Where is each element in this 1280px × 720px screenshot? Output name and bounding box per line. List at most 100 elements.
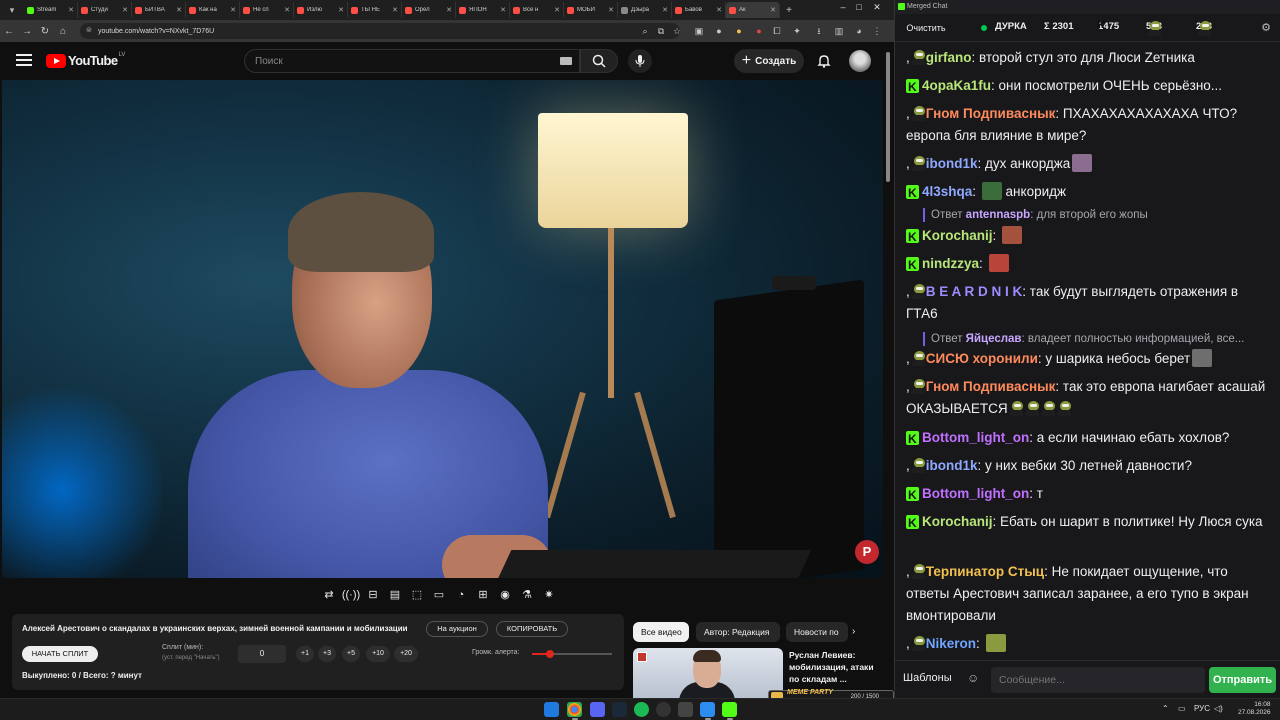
split-increment-button[interactable]: +20: [394, 646, 418, 662]
page-scrollbar[interactable]: [884, 42, 892, 698]
clear-chat-button[interactable]: Очистить: [901, 20, 951, 36]
browser-tab[interactable]: МОБИ ✕: [564, 2, 618, 18]
alert-volume-knob[interactable]: [545, 650, 554, 658]
cast-icon[interactable]: ⧉: [654, 24, 668, 38]
copy-button[interactable]: КОПИРОВАТЬ: [496, 621, 568, 637]
new-tab-icon[interactable]: +: [782, 5, 796, 16]
tab-close-icon[interactable]: ✕: [176, 6, 182, 14]
network-icon[interactable]: ▭: [1178, 704, 1186, 713]
chat-username[interactable]: 4l3shqa: [922, 184, 972, 199]
menu-icon[interactable]: ⋮: [870, 24, 884, 38]
send-button[interactable]: Отправить: [1209, 667, 1276, 693]
language-indicator[interactable]: РУС: [1194, 704, 1210, 713]
chat-username[interactable]: Гном Подпиваснык: [926, 106, 1056, 121]
forward-icon[interactable]: →: [18, 26, 36, 37]
player-tool-icon[interactable]: ((·)): [340, 585, 362, 605]
split-increment-button[interactable]: +3: [318, 646, 336, 662]
split-increment-button[interactable]: +1: [296, 646, 314, 662]
browser-tab[interactable]: Дзыра ✕: [618, 2, 672, 18]
search-input[interactable]: Поиск: [244, 49, 580, 73]
close-window-icon[interactable]: ✕: [870, 2, 884, 13]
keyboard-icon[interactable]: [560, 57, 572, 65]
tab-close-icon[interactable]: ✕: [68, 6, 74, 14]
reload-icon[interactable]: ↻: [36, 26, 54, 37]
chat-username[interactable]: Korochanij: [922, 514, 993, 529]
message-input[interactable]: [991, 667, 1205, 693]
extension-green-icon[interactable]: ●: [712, 24, 726, 38]
browser-tab[interactable]: Не сп ✕: [240, 2, 294, 18]
player-tool-icon[interactable]: ⬚: [406, 585, 428, 605]
back-icon[interactable]: ←: [0, 26, 18, 37]
browser-tab[interactable]: ТЫ НЕ ✕: [348, 2, 402, 18]
browser-tab[interactable]: Все н ✕: [510, 2, 564, 18]
browser-tab[interactable]: Орел ✕: [402, 2, 456, 18]
tab-close-icon[interactable]: ✕: [770, 6, 776, 14]
start-split-button[interactable]: НАЧАТЬ СПЛИТ: [22, 646, 98, 662]
chat-reply[interactable]: Ответ antennaspb: для второй его жопы: [923, 208, 1268, 222]
discord-icon[interactable]: [590, 702, 605, 717]
browser-tab[interactable]: Stream ✕: [24, 2, 78, 18]
chat-username[interactable]: ibond1k: [926, 156, 978, 171]
chat-reply[interactable]: Ответ Яйцеслав: владеет полностью информ…: [923, 332, 1268, 346]
search-button[interactable]: [580, 49, 618, 73]
tab-close-icon[interactable]: ✕: [716, 6, 722, 14]
download-icon[interactable]: ⭳: [812, 24, 826, 38]
notifications-bell-icon[interactable]: [816, 53, 832, 69]
chat-settings-icon[interactable]: ⚙: [1261, 21, 1271, 34]
extension-puzzle-icon[interactable]: ⧠: [770, 24, 784, 38]
browser-tab[interactable]: Как на ✕: [186, 2, 240, 18]
chat-username[interactable]: nindzzya: [922, 256, 979, 271]
emoji-icon[interactable]: ☺: [967, 671, 979, 685]
split-increment-button[interactable]: +10: [366, 646, 390, 662]
player-tool-icon[interactable]: ◉: [494, 585, 516, 605]
browser-tab[interactable]: Излю ✕: [294, 2, 348, 18]
zoom-icon[interactable]: ⌕: [638, 24, 652, 38]
minimize-icon[interactable]: –: [836, 2, 850, 12]
chat-username[interactable]: girfano: [926, 50, 972, 65]
player-tool-icon[interactable]: ⇄: [318, 585, 340, 605]
chat-username[interactable]: Гном Подпиваснык: [926, 379, 1056, 394]
telegram-icon[interactable]: [700, 702, 715, 717]
player-tool-icon[interactable]: ▤: [384, 585, 406, 605]
filter-chip[interactable]: Все видео: [633, 622, 689, 642]
related-video-thumbnail[interactable]: [633, 648, 783, 698]
spotify-icon[interactable]: [634, 702, 649, 717]
player-tool-icon[interactable]: ◔: [450, 585, 472, 605]
site-info-icon[interactable]: ⊜: [86, 26, 92, 34]
related-video-title[interactable]: Руслан Левиев: мобилизация, атаки по скл…: [789, 649, 881, 685]
chat-username[interactable]: Терпинатор Стыц: [926, 564, 1044, 579]
filter-chip[interactable]: Автор: Редакция: [696, 622, 780, 642]
tab-search-icon[interactable]: ▾: [4, 2, 20, 18]
chrome-icon[interactable]: [567, 702, 582, 717]
video-player[interactable]: P: [2, 80, 883, 578]
start-icon[interactable]: [544, 702, 559, 717]
chat-username[interactable]: Nikeron: [926, 636, 976, 651]
extension-red-icon[interactable]: ●: [752, 24, 766, 38]
player-tool-icon[interactable]: ▭: [428, 585, 450, 605]
browser-tab[interactable]: Студи ✕: [78, 2, 132, 18]
account-avatar[interactable]: [849, 50, 871, 72]
chat-username[interactable]: Bottom_light_on: [922, 486, 1029, 501]
to-auction-button[interactable]: На аукцион: [426, 621, 488, 637]
tab-close-icon[interactable]: ✕: [662, 6, 668, 14]
tab-close-icon[interactable]: ✕: [554, 6, 560, 14]
tab-close-icon[interactable]: ✕: [338, 6, 344, 14]
extensions-icon[interactable]: ✦: [790, 24, 804, 38]
url-field[interactable]: ⊜ youtube.com/watch?v=NXvkt_7D76U: [80, 23, 680, 39]
chat-username[interactable]: Korochanij: [922, 228, 993, 243]
extension-tv-icon[interactable]: ▣: [692, 24, 706, 38]
browser-tab[interactable]: ЯПОН ✕: [456, 2, 510, 18]
kick-chat-icon[interactable]: [722, 702, 737, 717]
browser-tab[interactable]: Бавов ✕: [672, 2, 726, 18]
player-tool-icon[interactable]: ✷: [538, 585, 560, 605]
tab-close-icon[interactable]: ✕: [284, 6, 290, 14]
chat-username[interactable]: 4opaKa1fu: [922, 78, 991, 93]
split-minutes-input[interactable]: 0: [238, 645, 286, 663]
profile-icon[interactable]: ◕: [852, 24, 866, 38]
tab-close-icon[interactable]: ✕: [122, 6, 128, 14]
obs-icon[interactable]: [656, 702, 671, 717]
chat-username[interactable]: Bottom_light_on: [922, 430, 1029, 445]
chat-username[interactable]: СИСЮ хоронили: [926, 351, 1038, 366]
tab-close-icon[interactable]: ✕: [608, 6, 614, 14]
browser-tab[interactable]: БИТВА ✕: [132, 2, 186, 18]
